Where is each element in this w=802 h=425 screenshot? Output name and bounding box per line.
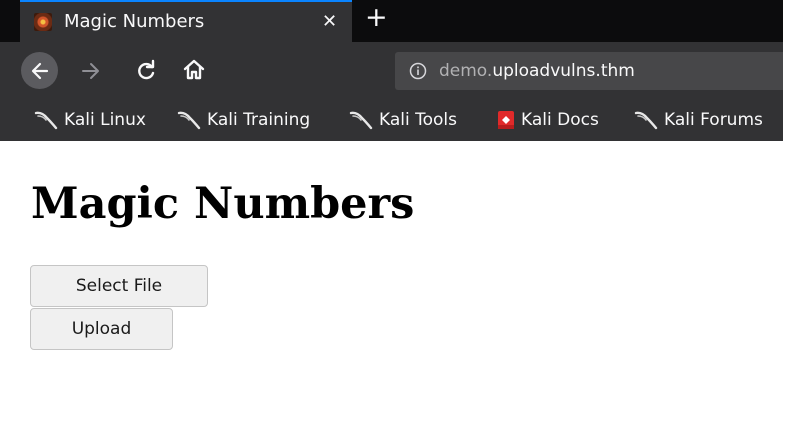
address-bar[interactable]: demo.uploadvulns.thm — [395, 52, 795, 90]
reload-button[interactable] — [134, 58, 158, 84]
kali-dragon-icon — [34, 13, 52, 31]
bookmark-kali-training[interactable]: Kali Training — [177, 108, 310, 132]
tab-strip: Magic Numbers ✕ + — [0, 0, 783, 42]
close-icon[interactable]: ✕ — [322, 11, 337, 32]
bookmark-label: Kali Forums — [664, 110, 763, 130]
tab-active[interactable]: Magic Numbers ✕ — [20, 0, 352, 42]
bookmark-kali-linux[interactable]: Kali Linux — [34, 108, 146, 132]
bookmark-label: Kali Linux — [64, 110, 146, 130]
back-button[interactable] — [21, 52, 58, 89]
forward-button[interactable] — [80, 58, 102, 84]
kali-dragon-icon — [634, 111, 658, 130]
url-subdomain: demo. — [439, 61, 493, 81]
bookmark-label: Kali Docs — [521, 110, 599, 130]
bookmark-label: Kali Tools — [379, 110, 457, 130]
bookmark-label: Kali Training — [207, 110, 311, 130]
info-icon[interactable] — [409, 62, 427, 80]
kali-dragon-icon — [34, 111, 58, 130]
kali-dragon-icon — [177, 111, 201, 130]
home-icon — [183, 59, 205, 80]
forward-arrow-icon — [82, 63, 99, 79]
kali-docs-icon — [498, 111, 514, 129]
window-edge — [783, 0, 802, 141]
upload-button[interactable]: Upload — [30, 308, 173, 350]
select-file-button[interactable]: Select File — [30, 265, 208, 307]
navigation-toolbar: demo.uploadvulns.thm — [0, 42, 795, 100]
browser-chrome: Magic Numbers ✕ + demo.uploadvulns.thm K… — [0, 0, 795, 141]
url-domain: uploadvulns.thm — [492, 61, 635, 81]
kali-dragon-icon — [349, 111, 373, 130]
url-text: demo.uploadvulns.thm — [439, 61, 635, 81]
bookmark-kali-docs[interactable]: Kali Docs — [497, 108, 599, 132]
tab-title: Magic Numbers — [64, 11, 205, 32]
home-button[interactable] — [181, 57, 207, 83]
bookmark-kali-forums[interactable]: Kali Forums — [634, 108, 763, 132]
new-tab-button[interactable]: + — [365, 3, 388, 33]
reload-icon — [138, 59, 155, 80]
page-title: Magic Numbers — [31, 179, 415, 229]
bookmark-kali-tools[interactable]: Kali Tools — [349, 108, 457, 132]
bookmarks-toolbar: Kali Linux Kali Training Kali Tools Kali… — [0, 100, 783, 141]
back-arrow-icon — [31, 62, 48, 79]
